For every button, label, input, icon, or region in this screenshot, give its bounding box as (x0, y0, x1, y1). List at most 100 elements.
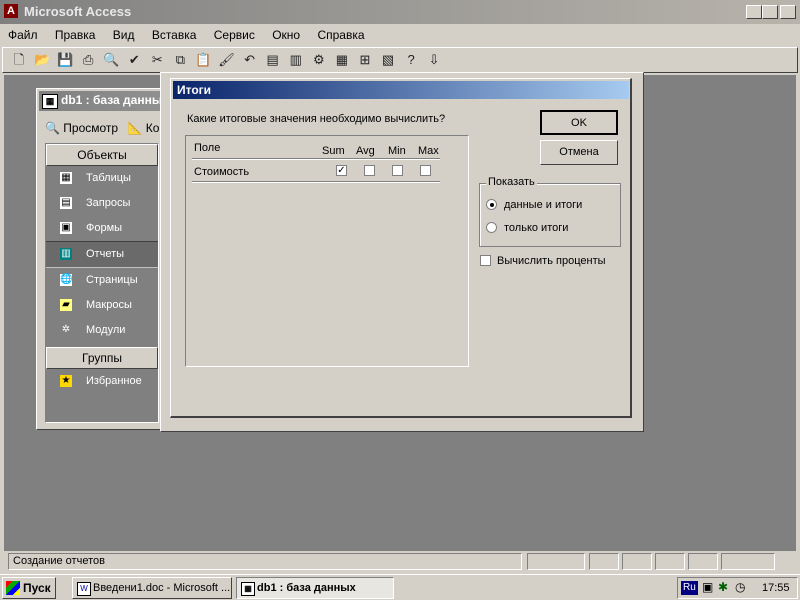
preview-icon[interactable]: 🔍 (45, 121, 60, 135)
new-object-icon[interactable]: ▧ (378, 50, 398, 70)
groups-header[interactable]: Группы (46, 347, 158, 369)
database-task-icon: ▦ (241, 582, 255, 596)
database-icon: ▦ (42, 94, 58, 109)
nav-forms[interactable]: ▣ Формы (46, 216, 158, 241)
status-panel-6 (721, 553, 775, 570)
ok-button[interactable]: OK (540, 110, 618, 135)
maximize-button[interactable]: □ (762, 5, 778, 19)
language-indicator[interactable]: Ru (681, 581, 698, 595)
table-icon: ▦ (60, 172, 72, 184)
print-preview-icon[interactable]: 🔍 (101, 50, 121, 70)
relationships-icon[interactable]: ⊞ (355, 50, 375, 70)
col-field-header: Поле (194, 142, 221, 154)
code-icon[interactable]: ⚙ (309, 50, 329, 70)
design-button[interactable]: Ко (146, 121, 160, 135)
menu-edit[interactable]: Правка (55, 28, 96, 42)
spelling-icon[interactable]: ✔ (124, 50, 144, 70)
new-icon[interactable]: 🗋 (9, 50, 29, 70)
tray-clock-icon[interactable]: ◷ (735, 580, 745, 594)
objects-bar: Объекты ▦ Таблицы ▤ Запросы ▣ Формы ▥ От… (45, 143, 159, 423)
module-icon: ✲ (61, 324, 71, 335)
analyze-icon[interactable]: ▥ (286, 50, 306, 70)
start-button[interactable]: Пуск (2, 577, 56, 599)
format-painter-icon[interactable]: 🖌 (217, 50, 237, 70)
app-titlebar: A Microsoft Access _ □ × (0, 0, 800, 24)
design-icon[interactable]: 📐 (127, 121, 142, 135)
word-doc-icon: W (77, 582, 91, 596)
detail-summary-radio[interactable] (486, 199, 497, 210)
summary-dialog: Итоги Какие итоговые значения необходимо… (170, 78, 632, 418)
access-icon: A (4, 4, 18, 18)
minimize-button[interactable]: _ (746, 5, 762, 19)
favorites-icon: ★ (60, 375, 72, 387)
paste-icon[interactable]: 📋 (194, 50, 214, 70)
col-max-header: Max (418, 145, 439, 157)
nav-favorites[interactable]: ★ Избранное (46, 369, 158, 394)
status-panel-4 (655, 553, 685, 570)
min-checkbox[interactable] (392, 165, 403, 176)
summary-only-label[interactable]: только итоги (504, 222, 568, 234)
form-icon: ▣ (60, 222, 72, 234)
nav-queries[interactable]: ▤ Запросы (46, 191, 158, 216)
col-sum-header: Sum (322, 145, 345, 157)
nav-pages[interactable]: 🌐 Страницы (46, 268, 158, 293)
nav-tables[interactable]: ▦ Таблицы (46, 166, 158, 191)
cut-icon[interactable]: ✂ (147, 50, 167, 70)
percent-checkbox[interactable] (480, 255, 491, 266)
header-divider (192, 158, 440, 160)
page-icon: 🌐 (60, 274, 73, 286)
summary-only-radio[interactable] (486, 222, 497, 233)
task-access[interactable]: ▦ db1 : база данных (236, 577, 394, 599)
summary-grid: Поле Sum Avg Min Max Стоимость ✓ (185, 135, 469, 367)
menu-help[interactable]: Справка (317, 28, 364, 42)
status-text-panel: Создание отчетов (8, 553, 522, 570)
show-group-label: Показать (486, 176, 537, 188)
objects-header[interactable]: Объекты (46, 144, 158, 166)
open-icon[interactable]: 📂 (32, 50, 52, 70)
database-title: db1 : база данных (61, 93, 169, 107)
print-icon[interactable]: ⎙ (78, 50, 98, 70)
nav-reports[interactable]: ▥ Отчеты (46, 241, 158, 268)
status-bar: Создание отчетов (0, 551, 800, 572)
menu-bar: Файл Правка Вид Вставка Сервис Окно Спра… (0, 24, 800, 46)
field-name: Стоимость (194, 166, 250, 178)
db-toolbar: 🔍 Просмотр 📐 Ко (45, 117, 159, 139)
menu-window[interactable]: Окно (272, 28, 300, 42)
properties-icon[interactable]: ▦ (332, 50, 352, 70)
nav-modules[interactable]: ✲ Модули (46, 318, 158, 343)
menu-file[interactable]: Файл (8, 28, 38, 42)
dialog-title: Итоги (177, 83, 212, 97)
status-text: Создание отчетов (13, 555, 105, 567)
undo-icon[interactable]: ↶ (240, 50, 260, 70)
row-divider (192, 181, 440, 183)
cancel-button[interactable]: Отмена (540, 140, 618, 165)
menu-insert[interactable]: Вставка (152, 28, 197, 42)
task-word[interactable]: W Введени1.doc - Microsoft ... (72, 577, 232, 599)
max-checkbox[interactable] (420, 165, 431, 176)
preview-button[interactable]: Просмотр (63, 121, 118, 135)
close-button[interactable]: × (780, 5, 796, 19)
dialog-titlebar: Итоги (173, 81, 629, 99)
sum-checkbox[interactable]: ✓ (336, 165, 347, 176)
help-icon[interactable]: ? (401, 50, 421, 70)
col-avg-header: Avg (356, 145, 375, 157)
menu-view[interactable]: Вид (113, 28, 135, 42)
avg-checkbox[interactable] (364, 165, 375, 176)
taskbar: Пуск W Введени1.doc - Microsoft ... ▦ db… (0, 574, 800, 600)
query-icon: ▤ (60, 197, 72, 209)
nav-macros[interactable]: ▰ Макросы (46, 293, 158, 318)
system-tray: Ru ▣ ✱ ◷ 17:55 (677, 577, 798, 599)
status-panel-3 (622, 553, 652, 570)
save-icon[interactable]: 💾 (55, 50, 75, 70)
detail-summary-label[interactable]: данные и итоги (504, 199, 582, 211)
more-icon[interactable]: ⇩ (424, 50, 444, 70)
status-panel-1 (527, 553, 585, 570)
office-links-icon[interactable]: ▤ (263, 50, 283, 70)
clock[interactable]: 17:55 (762, 582, 790, 594)
tray-bug-icon[interactable]: ✱ (718, 580, 728, 594)
copy-icon[interactable]: ⧉ (170, 50, 190, 70)
menu-tools[interactable]: Сервис (214, 28, 255, 42)
tray-app-icon[interactable]: ▣ (702, 580, 713, 594)
status-panel-5 (688, 553, 718, 570)
percent-label[interactable]: Вычислить проценты (497, 255, 606, 267)
